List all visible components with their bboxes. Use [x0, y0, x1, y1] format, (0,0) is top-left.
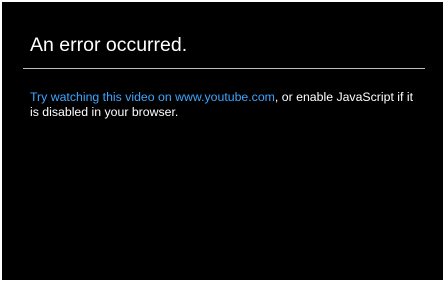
error-title: An error occurred.	[30, 34, 188, 56]
divider	[23, 68, 425, 69]
error-message: Try watching this video on www.youtube.c…	[30, 90, 420, 120]
video-player-error-screen: An error occurred. Try watching this vid…	[2, 2, 443, 280]
youtube-link[interactable]: Try watching this video on www.youtube.c…	[30, 90, 275, 104]
